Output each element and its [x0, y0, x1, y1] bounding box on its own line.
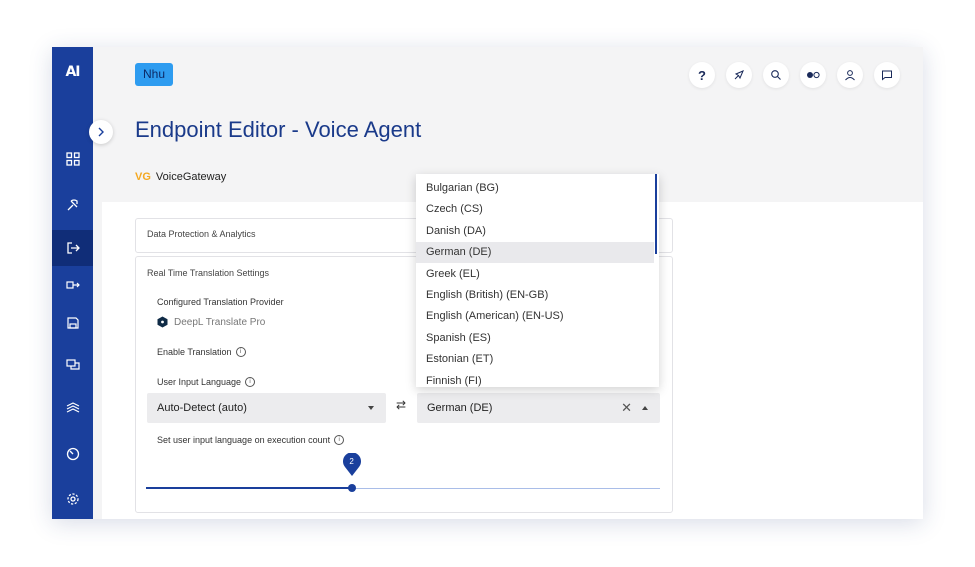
dashboard-nav[interactable] [52, 141, 93, 177]
vg-logo: VG [135, 171, 151, 183]
language-dropdown: Bulgarian (BG) Czech (CS) Danish (DA) Germa… [416, 174, 659, 387]
user-button[interactable] [837, 62, 863, 88]
enable-translation-text: Enable Translation [157, 347, 232, 357]
deepl-logo-icon [157, 316, 168, 328]
slider-fill [146, 487, 352, 489]
help-button[interactable]: ? [689, 62, 715, 88]
clear-icon[interactable]: ✕ [621, 400, 632, 416]
dropdown-option[interactable]: German (DE) [416, 242, 654, 264]
settings-icon [66, 493, 79, 505]
execution-count-text: Set user input language on execution cou… [157, 435, 331, 445]
data-protection-label: Data Protection & Analytics [147, 229, 256, 239]
transfer-nav[interactable] [52, 267, 93, 303]
info-icon[interactable]: i [245, 377, 256, 387]
dropdown-option[interactable]: Danish (DA) [416, 221, 654, 242]
search-button[interactable] [763, 62, 789, 88]
layers-icon [66, 402, 79, 413]
analytics-nav[interactable] [52, 436, 93, 472]
dropdown-option[interactable]: Estonian (ET) [416, 349, 654, 370]
compass-icon [734, 70, 744, 80]
dropdown-option[interactable]: Finnish (FI) [416, 371, 654, 387]
sidebar-expand-button[interactable] [89, 120, 113, 144]
voicegateway-brand: VG VoiceGateway [135, 171, 226, 183]
search-icon [771, 70, 781, 80]
endpoint-icon [66, 242, 80, 254]
dropdown-option[interactable]: Bulgarian (BG) [416, 178, 654, 199]
input-language-label: User Input Language i [157, 377, 256, 387]
provider-label-text: Configured Translation Provider [157, 297, 284, 307]
help-icon: ? [698, 67, 706, 83]
translation-settings-label: Real Time Translation Settings [147, 268, 270, 278]
chevron-down-icon [368, 406, 374, 410]
build-icon [67, 199, 78, 211]
transfer-icon [65, 281, 80, 289]
chevron-up-icon [642, 406, 648, 410]
conversations-icon [65, 359, 80, 370]
chevron-right-icon [98, 127, 104, 137]
dropdown-option[interactable]: English (British) (EN-GB) [416, 285, 654, 306]
target-language-select[interactable]: German (DE) ✕ [417, 393, 660, 423]
settings-nav[interactable] [52, 481, 93, 517]
dropdown-option[interactable]: Greek (EL) [416, 264, 654, 285]
provider-label: Configured Translation Provider [157, 297, 284, 307]
save-nav[interactable] [52, 305, 93, 341]
target-language-value: German (DE) [427, 402, 493, 414]
app-window: AI Nhu ? Endpoint Editor - Voice Agent V… [52, 47, 923, 519]
brand-name: VoiceGateway [155, 171, 227, 183]
dropdown-option[interactable]: Spanish (ES) [416, 328, 654, 349]
dropdown-option[interactable]: English (American) (EN-US) [416, 306, 654, 327]
slider-thumb[interactable] [347, 484, 356, 492]
info-icon[interactable]: i [334, 435, 345, 445]
chat-button[interactable] [874, 62, 900, 88]
swap-languages-icon[interactable]: ⇄ [396, 398, 406, 412]
dropdown-scrollbar[interactable] [655, 174, 657, 254]
slider-value-label: 2 [349, 457, 354, 466]
toggle-icon [807, 71, 820, 79]
build-nav[interactable] [52, 187, 93, 223]
input-language-text: User Input Language [157, 377, 242, 387]
enable-translation-label: Enable Translation i [157, 347, 246, 357]
app-logo[interactable]: AI [52, 64, 93, 80]
analytics-icon [66, 447, 79, 461]
save-icon [66, 317, 79, 329]
layers-nav[interactable] [52, 390, 93, 426]
provider-value-text: DeepL Translate Pro [174, 316, 266, 328]
source-language-select[interactable]: Auto-Detect (auto) [147, 393, 386, 423]
info-icon[interactable]: i [235, 347, 246, 357]
header-toolbar: ? [689, 62, 900, 88]
compass-button[interactable] [726, 62, 752, 88]
endpoint-nav[interactable] [52, 230, 93, 266]
user-badge[interactable]: Nhu [135, 63, 174, 86]
source-language-value: Auto-Detect (auto) [157, 402, 247, 414]
page-title: Endpoint Editor - Voice Agent [135, 117, 422, 142]
dashboard-icon [65, 152, 80, 166]
execution-count-label: Set user input language on execution cou… [157, 435, 345, 445]
sidebar: AI [52, 47, 93, 519]
chat-icon [882, 70, 892, 81]
toggle-button[interactable] [800, 62, 826, 88]
conversations-nav[interactable] [52, 347, 93, 383]
dropdown-option[interactable]: Czech (CS) [416, 199, 654, 220]
provider-value: DeepL Translate Pro [157, 316, 265, 328]
user-icon [845, 70, 855, 81]
